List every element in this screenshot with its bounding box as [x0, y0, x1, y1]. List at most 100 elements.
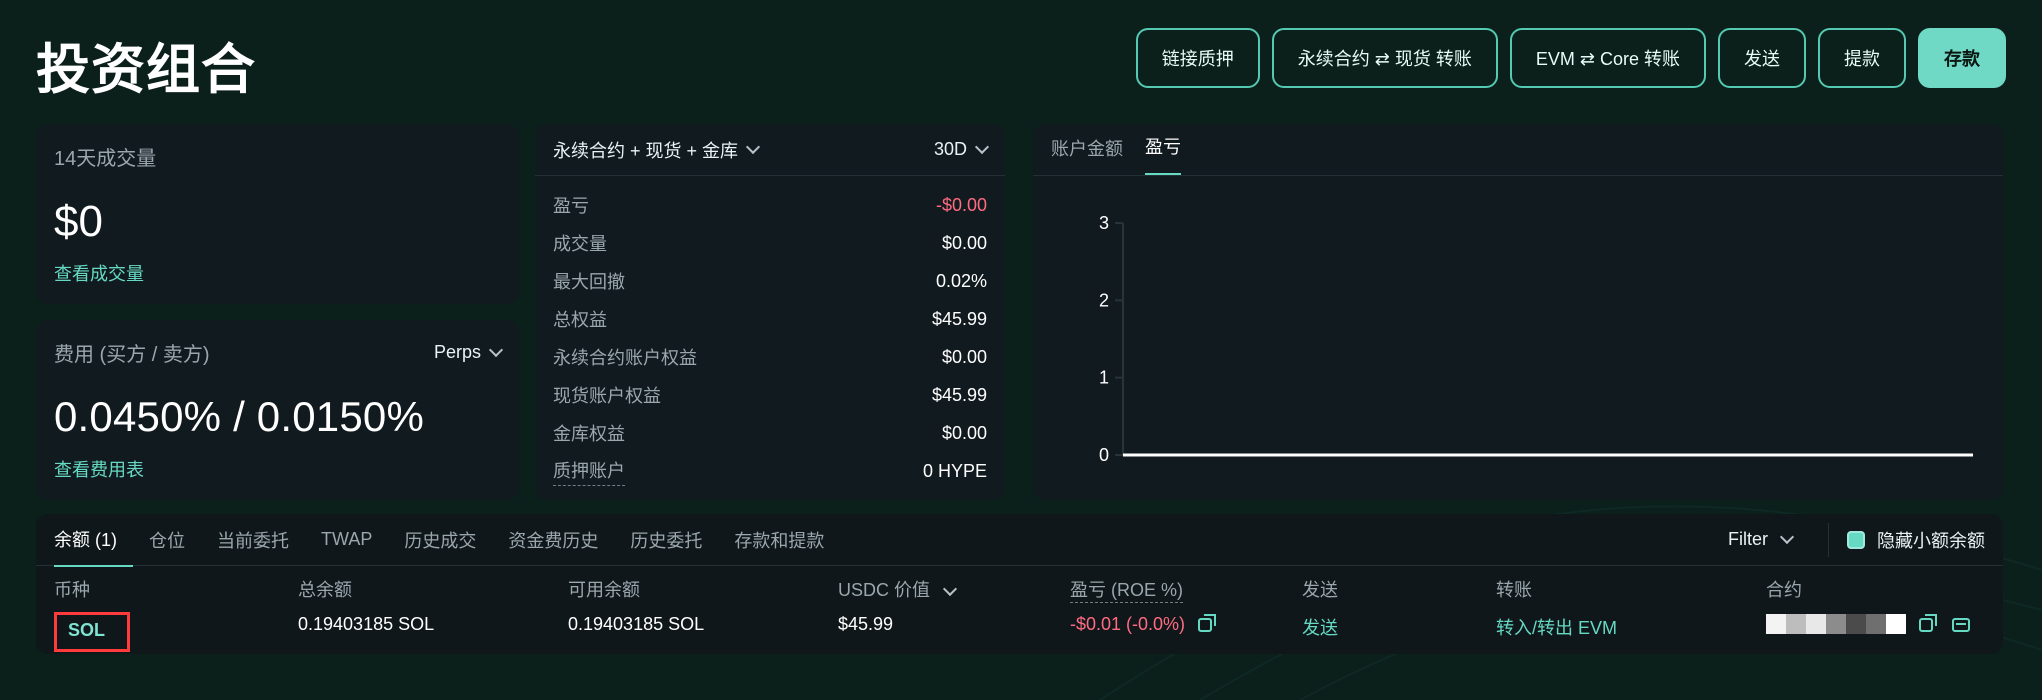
portfolio-page: 投资组合 链接质押 永续合约 ⇄ 现货 转账 EVM ⇄ Core 转账 发送 … — [0, 0, 2042, 700]
metric-row-total-equity: 总权益 $45.99 — [553, 300, 987, 338]
metric-row-volume: 成交量 $0.00 — [553, 224, 987, 262]
col-transfer: 转账 — [1496, 580, 1532, 600]
chart-card: 账户金额 盈亏 0 1 2 3 — [1033, 124, 2003, 500]
header-actions: 链接质押 永续合约 ⇄ 现货 转账 EVM ⇄ Core 转账 发送 提款 存款 — [1135, 28, 2006, 88]
coin-selection: SOL — [54, 612, 130, 652]
metric-value: $0.00 — [941, 346, 987, 367]
chevron-down-icon — [942, 581, 958, 597]
available-balance-cell: 0.19403185 SOL — [568, 614, 705, 634]
metric-label: 盈亏 — [553, 196, 589, 216]
pnl-value: -$0.01 (-0.0%) — [1070, 614, 1186, 634]
fees-header: 费用 (买方 / 卖方) Perps — [54, 338, 504, 367]
tab-trade-history[interactable]: 历史成交 — [388, 514, 492, 566]
range-dropdown[interactable]: 30D — [934, 139, 990, 160]
checkbox-checked-icon[interactable] — [1847, 530, 1865, 549]
y-tick-label: 0 — [1099, 445, 1109, 465]
fees-card: 费用 (买方 / 卖方) Perps 0.0450% / 0.0150% 查看费… — [36, 320, 519, 500]
metric-label: 现货账户权益 — [553, 386, 661, 406]
tab-funding-history[interactable]: 资金费历史 — [492, 514, 614, 566]
chevron-down-icon — [1779, 529, 1795, 545]
metric-label: 成交量 — [553, 234, 607, 254]
filter-dropdown[interactable]: Filter — [1728, 529, 1810, 550]
send-button[interactable]: 发送 — [1718, 28, 1806, 88]
hide-small-balances-label: 隐藏小额余额 — [1877, 530, 1985, 551]
transfer-evm-link[interactable]: 转入/转出 EVM — [1496, 614, 1617, 640]
fees-value: 0.0450% / 0.0150% — [54, 393, 425, 440]
col-send: 发送 — [1302, 580, 1338, 600]
tab-order-history[interactable]: 历史委托 — [614, 514, 718, 566]
metric-row-spot-equity: 现货账户权益 $45.99 — [553, 376, 987, 414]
metric-label: 永续合约账户权益 — [553, 348, 697, 368]
metric-label: 总权益 — [553, 310, 607, 330]
chevron-down-icon — [488, 342, 504, 358]
withdraw-button[interactable]: 提款 — [1818, 28, 1906, 88]
tab-twap[interactable]: TWAP — [305, 514, 388, 566]
col-usdc-value[interactable]: USDC 价值 — [838, 576, 958, 602]
metric-label: 金库权益 — [553, 424, 625, 444]
y-tick-label: 1 — [1099, 368, 1109, 388]
metrics-list: 盈亏 -$0.00 成交量 $0.00 最大回撤 0.02% 总权益 $45.9… — [535, 176, 1005, 490]
col-coin: 币种 — [54, 580, 90, 600]
hide-small-balances-toggle[interactable]: 隐藏小额余额 — [1847, 527, 1985, 553]
col-available-balance: 可用余额 — [568, 580, 640, 600]
volume-card: 14天成交量 $0 查看成交量 — [36, 124, 519, 304]
total-balance-cell: 0.19403185 SOL — [298, 614, 435, 634]
chevron-down-icon — [974, 139, 990, 155]
volume-label: 14天成交量 — [54, 148, 157, 170]
pnl-cell: -$0.01 (-0.0%) — [1070, 614, 1217, 635]
external-link-icon[interactable] — [1198, 614, 1217, 632]
coin-cell[interactable]: SOL — [54, 612, 130, 652]
metric-row-staking-account: 质押账户 0 HYPE — [553, 452, 987, 490]
y-tick-label: 2 — [1099, 290, 1109, 310]
metrics-card: 永续合约 + 现货 + 金库 30D 盈亏 -$0.00 成交量 $0.00 最… — [535, 124, 1005, 500]
metric-value: $45.99 — [931, 384, 987, 405]
metric-value: 0 HYPE — [922, 460, 987, 481]
metric-row-pnl: 盈亏 -$0.00 — [553, 186, 987, 224]
metric-label[interactable]: 质押账户 — [553, 457, 625, 486]
tab-pnl[interactable]: 盈亏 — [1145, 133, 1181, 175]
perps-spot-transfer-button[interactable]: 永续合约 ⇄ 现货 转账 — [1271, 28, 1498, 88]
view-fee-schedule-link[interactable]: 查看费用表 — [54, 456, 144, 482]
y-tick-label: 3 — [1099, 213, 1109, 233]
balances-panel: 余额 (1) 仓位 当前委托 TWAP 历史成交 资金费历史 历史委托 存款和提… — [36, 514, 2003, 654]
fees-dropdown-value: Perps — [433, 342, 481, 362]
metric-value: $0.00 — [941, 422, 987, 443]
wallet-icon[interactable] — [1952, 618, 1971, 632]
redacted-contract-address — [1766, 614, 1906, 634]
contract-cell — [1766, 614, 1971, 635]
deposit-button[interactable]: 存款 — [1918, 28, 2006, 88]
metric-value: 0.02% — [935, 270, 987, 291]
metric-value: $0.00 — [941, 232, 987, 253]
tab-positions[interactable]: 仓位 — [133, 514, 201, 566]
fees-dropdown[interactable]: Perps — [433, 342, 504, 363]
col-pnl-label: 盈亏 (ROE %) — [1070, 580, 1184, 603]
metric-value: $45.99 — [931, 308, 987, 329]
scope-dropdown-value: 永续合约 + 现货 + 金库 — [553, 140, 739, 161]
tab-open-orders[interactable]: 当前委托 — [201, 514, 305, 566]
link-stake-button[interactable]: 链接质押 — [1135, 28, 1260, 88]
table-row: SOL 0.19403185 SOL 0.19403185 SOL $45.99… — [36, 604, 2003, 652]
chevron-down-icon — [745, 139, 761, 155]
pnl-chart-svg: 0 1 2 3 — [1099, 213, 1973, 465]
volume-value: $0 — [54, 197, 103, 246]
external-link-icon[interactable] — [1919, 614, 1938, 632]
metric-value: -$0.00 — [935, 194, 987, 215]
col-pnl[interactable]: 盈亏 (ROE %) — [1070, 576, 1184, 603]
bottom-tabs: 余额 (1) 仓位 当前委托 TWAP 历史成交 资金费历史 历史委托 存款和提… — [36, 513, 2003, 567]
view-volume-link[interactable]: 查看成交量 — [54, 260, 144, 286]
evm-core-transfer-button[interactable]: EVM ⇄ Core 转账 — [1509, 28, 1706, 88]
metrics-header: 永续合约 + 现货 + 金库 30D — [535, 124, 1005, 176]
metric-row-max-drawdown: 最大回撤 0.02% — [553, 262, 987, 300]
tab-balances[interactable]: 余额 (1) — [54, 513, 133, 567]
usdc-value-cell: $45.99 — [838, 614, 894, 634]
tab-account-value[interactable]: 账户金额 — [1051, 135, 1123, 175]
scope-dropdown[interactable]: 永续合约 + 现货 + 金库 — [553, 137, 761, 163]
pnl-chart: 0 1 2 3 — [1033, 177, 2003, 500]
selection-highlight — [54, 612, 130, 652]
divider — [1828, 522, 1829, 557]
col-total-balance: 总余额 — [298, 580, 352, 600]
page-title: 投资组合 — [36, 40, 256, 100]
metric-row-perps-equity: 永续合约账户权益 $0.00 — [553, 338, 987, 376]
tab-deposits-withdrawals[interactable]: 存款和提款 — [718, 514, 840, 566]
send-link[interactable]: 发送 — [1302, 614, 1338, 640]
